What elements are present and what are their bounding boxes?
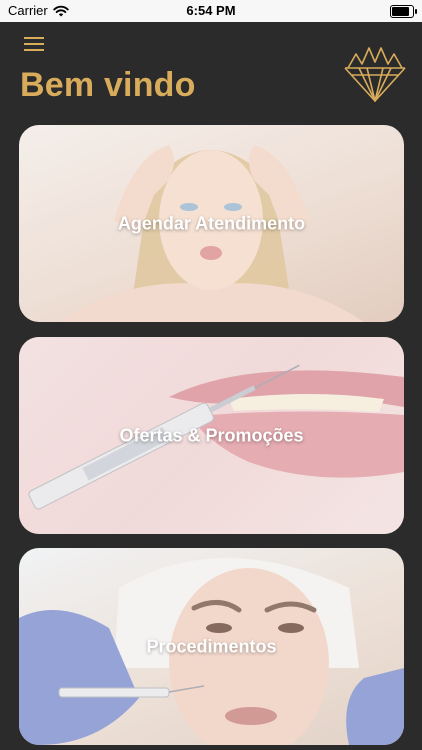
battery-fill — [392, 7, 409, 16]
crown-diamond-logo-icon — [344, 47, 406, 102]
card-label: Ofertas & Promoções — [119, 425, 304, 445]
battery-icon — [390, 5, 417, 18]
card-label: Agendar Atendimento — [117, 213, 306, 233]
card-agendar-atendimento[interactable]: Agendar Atendimento — [19, 125, 404, 322]
card-ofertas-promocoes[interactable]: Ofertas & Promoções — [19, 337, 404, 534]
status-time: 6:54 PM — [186, 3, 236, 18]
card-label: Procedimentos — [146, 636, 277, 656]
page-title: Bem vindo — [20, 66, 196, 104]
status-bar: Carrier 6:54 PM — [0, 0, 422, 22]
card-procedimentos[interactable]: Procedimentos — [19, 548, 404, 745]
hamburger-menu-icon[interactable] — [24, 36, 44, 52]
